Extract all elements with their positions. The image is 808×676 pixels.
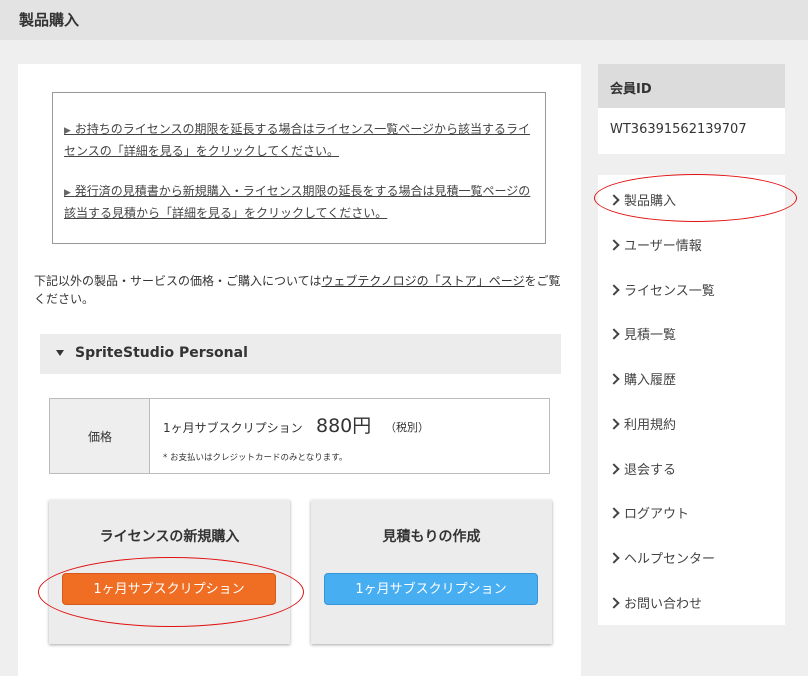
sidebar-item-label: ヘルプセンター [624,552,716,567]
notice-link-license-extend-text[interactable]: お持ちのライセンスの期限を延長する場合はライセンス一覧ページから該当するライセン… [64,122,530,158]
member-id-label: 会員ID [610,82,652,97]
member-panel: 会員ID WT36391562139707 [598,64,785,154]
price-amount: 880円 [316,415,372,437]
triangle-right-icon: ▶ [64,126,71,136]
chevron-right-icon [608,597,620,609]
sidebar-item-user-info[interactable]: ユーザー情報 [608,235,702,254]
new-purchase-card: ライセンスの新規購入 1ヶ月サブスクリプション [49,500,290,644]
estimate-title: 見積もりの作成 [382,529,481,545]
sidebar-item-estimate-list[interactable]: 見積一覧 [608,324,677,343]
chevron-right-icon [608,552,620,564]
chevron-right-icon [608,418,620,430]
price-plan: 1ヶ月サブスクリプション [163,421,303,435]
sidebar-item-label: 退会する [624,463,677,478]
price-note: * お支払いはクレジットカードのみとなります。 [163,453,348,463]
intro-text: 下記以外の製品・サービスの価格・ご購入についてはウェブテクノロジの「ストア」ペー… [34,272,564,308]
chevron-right-icon [608,328,620,340]
sidebar-item-label: ユーザー情報 [624,239,702,254]
main-content: ▶ お持ちのライセンスの期限を延長する場合はライセンス一覧ページから該当するライ… [18,64,581,676]
sidebar-item-purchase-history[interactable]: 購入履歴 [608,369,677,388]
notice-link-estimate[interactable]: ▶ 発行済の見積書から新規購入・ライセンス期限の延長をする場合は見積一覧ページの… [64,181,536,223]
sidebar-item-product-purchase[interactable]: 製品購入 [608,190,677,209]
sidebar-item-label: 購入履歴 [624,373,677,388]
sidebar-item-label: ライセンス一覧 [624,284,715,299]
product-accordion[interactable]: SpriteStudio Personal [40,334,561,374]
price-table: 価格 1ヶ月サブスクリプション 880円 （税別） * お支払いはクレジットカー… [49,398,550,474]
product-name: SpriteStudio Personal [75,345,248,361]
price-tax: （税別） [385,421,429,434]
price-header: 価格 [88,430,113,444]
sidebar-item-label: 見積一覧 [624,328,677,343]
sidebar-item-label: お問い合わせ [624,597,703,612]
estimate-card: 見積もりの作成 1ヶ月サブスクリプション [311,500,552,644]
sidebar-item-contact[interactable]: お問い合わせ [608,593,703,612]
price-header-cell: 価格 [50,399,150,473]
sidebar-item-withdraw[interactable]: 退会する [608,459,677,478]
notice-box: ▶ お持ちのライセンスの期限を延長する場合はライセンス一覧ページから該当するライ… [52,92,546,244]
chevron-right-icon [608,373,620,385]
sidebar-item-license-list[interactable]: ライセンス一覧 [608,280,715,299]
sidebar-item-label: 利用規約 [624,418,677,433]
sidebar-item-logout[interactable]: ログアウト [608,503,690,522]
estimate-subscription-button[interactable]: 1ヶ月サブスクリプション [324,573,538,605]
chevron-right-icon [608,463,620,475]
page-header: 製品購入 [0,0,808,40]
notice-link-license-extend[interactable]: ▶ お持ちのライセンスの期限を延長する場合はライセンス一覧ページから該当するライ… [64,119,536,161]
member-id-value: WT36391562139707 [610,122,747,137]
notice-link-estimate-text[interactable]: 発行済の見積書から新規購入・ライセンス期限の延長をする場合は見積一覧ページの該当… [64,184,530,220]
triangle-right-icon: ▶ [64,188,71,198]
chevron-right-icon [608,239,620,251]
sidebar-item-terms[interactable]: 利用規約 [608,414,677,433]
intro-text-before: 下記以外の製品・サービスの価格・ご購入については [34,274,322,288]
caret-down-icon [56,350,64,356]
new-purchase-subscription-button[interactable]: 1ヶ月サブスクリプション [62,573,276,605]
sidebar-item-label: ログアウト [624,507,690,522]
chevron-right-icon [608,507,620,519]
new-purchase-title: ライセンスの新規購入 [99,529,240,545]
chevron-right-icon [608,194,620,206]
member-header: 会員ID [598,64,785,108]
sidebar-item-help-center[interactable]: ヘルプセンター [608,548,716,567]
sidebar-menu: 製品購入 ユーザー情報 ライセンス一覧 見積一覧 購入履歴 利用規約 退会する … [598,175,785,625]
chevron-right-icon [608,284,620,296]
page-title: 製品購入 [19,11,80,29]
store-page-link[interactable]: ウェブテクノロジの「ストア」ページ [321,274,524,288]
sidebar-item-label: 製品購入 [624,194,677,209]
